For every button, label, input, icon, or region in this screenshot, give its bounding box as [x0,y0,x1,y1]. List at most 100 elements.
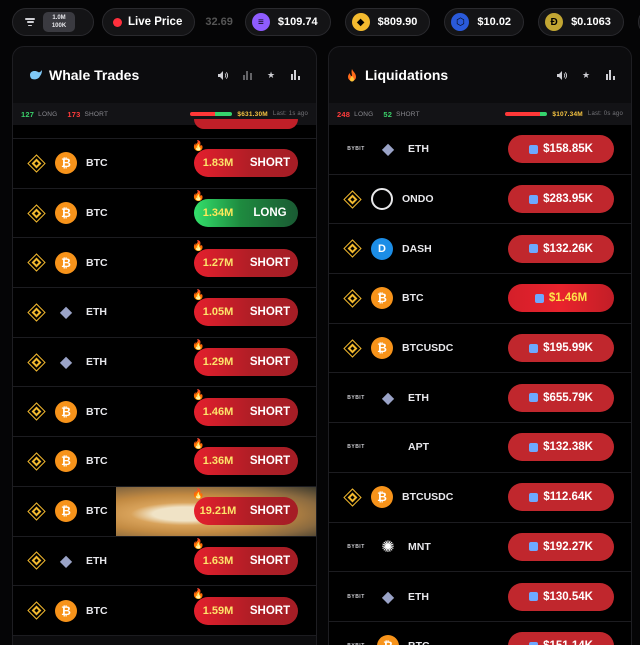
bybit-logo-icon: BYBIT [347,394,365,401]
bitcoin-icon: ₿ [55,450,77,473]
liquidation-amount: $655.79K [543,391,593,404]
table-row[interactable]: ₿ BTC $1.46M [329,274,631,324]
bitcoin-icon: ₿ [55,251,77,274]
ticker-price: $109.74 [277,16,318,28]
volume-bars-icon[interactable] [290,70,300,80]
binance-logo-icon [27,303,45,321]
coin-icon-missing [377,436,399,458]
trade-pill[interactable]: 🔥 1.34M LONG [192,191,298,228]
table-row[interactable]: BYBIT ✺ MNT $192.27K [329,522,631,573]
live-price-label: Live Price [128,16,183,28]
bybit-logo-icon: BYBIT [347,146,365,153]
trade-pill[interactable]: 🔥 1.83M SHORT [192,141,298,178]
liquidation-pill[interactable]: $1.46M [508,284,614,313]
liquidation-pill[interactable]: $158.85K [508,135,614,164]
trade-pill[interactable]: 🔥 1.63M SHORT [192,539,298,575]
table-row[interactable]: BYBIT ◆ ETH $158.85K [329,125,631,175]
bitcoin-icon: ₿ [55,599,77,622]
binance-logo-icon [27,154,45,172]
table-row[interactable]: ◆ ETH 🔥 1.05M SHORT [13,288,316,338]
top-bar: 1.0M 100K Live Price 32.69 ≡ $109.74 ◆ $809… [0,0,640,44]
liquidation-amount: $112.64K [543,491,593,504]
flame-icon: 🔥 [192,389,205,401]
trade-pill[interactable]: 🔥 1.29M SHORT [192,340,298,377]
ticker-price: $809.90 [377,16,418,28]
ticker-item[interactable]: ≡ $109.74 [244,8,331,36]
table-row[interactable]: ₿ BTC 🔥 19.21M SHORT [13,486,316,537]
liquidation-icon [529,144,539,154]
fire-icon [345,68,359,82]
bnb-icon: ◆ [351,13,370,31]
trade-pill[interactable]: 🔥 1.46M SHORT [192,390,298,426]
table-row[interactable]: ₿ BTC 🔥 1.36M SHORT [13,437,316,487]
liquidation-pill[interactable]: $655.79K [508,383,614,412]
ethereum-icon: ◆ [59,552,73,570]
table-row[interactable]: ₿ BTC 🔥 1.27M SHORT [13,238,316,289]
live-price-button[interactable]: Live Price [102,8,196,36]
table-row[interactable]: ◆ ETH 🔥 1.63M SHORT [13,536,316,587]
ticker-item[interactable]: ⬡ $10.02 [444,8,525,36]
table-row[interactable]: D DASH $132.26K [329,224,631,275]
trade-pill[interactable]: 🔥 1.27M SHORT [192,241,298,277]
liquidation-pill[interactable]: $132.26K [508,234,614,263]
liquidation-pill[interactable]: $195.99K [508,334,614,363]
trade-pill[interactable]: 🔥 1.59M SHORT [192,589,298,625]
trade-amount: 1.36M [202,455,234,468]
flame-icon: 🔥 [192,340,205,352]
ticker-item[interactable]: ◆ $809.90 [344,8,431,36]
binance-logo-icon [27,403,45,421]
trade-pill[interactable]: 🔥 1.36M SHORT [192,439,298,476]
liquidation-pill[interactable]: $192.27K [508,532,614,561]
bitcoin-icon: ₿ [371,486,393,509]
chart-bars-icon[interactable] [242,70,252,80]
flame-icon: 🔥 [192,439,205,451]
liquidation-pill[interactable]: $130.54K [508,582,614,611]
table-row[interactable]: ◆ ETH 🔥 1.29M SHORT [13,337,316,388]
sound-icon[interactable] [557,70,567,80]
size-filter-button[interactable]: 1.0M 100K [12,8,94,36]
star-icon[interactable]: ★ [266,70,276,80]
liquidation-amount: $158.85K [543,143,593,156]
ticker-item[interactable]: Ð $0.1063 [538,8,624,36]
trade-side: SHORT [249,604,291,617]
table-row[interactable]: ₿ BTCUSDC $195.99K [329,323,631,374]
liquidation-pill[interactable]: $283.95K [508,185,614,214]
table-row[interactable]: BYBIT APT $132.38K [329,423,631,473]
live-dot-icon [113,17,122,27]
liquidation-pill[interactable]: $112.64K [508,483,614,512]
flame-icon: 🔥 [192,240,205,252]
star-icon[interactable]: ★ [581,70,591,80]
binance-logo-icon [27,502,45,520]
filter-icon [25,18,35,26]
table-row[interactable]: BYBIT ◆ ETH $655.79K [329,373,631,424]
liquidation-amount: $132.38K [543,441,593,454]
solana-icon: ≡ [251,13,270,31]
liquidation-pill[interactable]: $151.14K [508,632,614,645]
trade-side: LONG [253,207,287,220]
table-row[interactable]: BYBIT ◆ ETH $130.54K [329,572,631,622]
table-row[interactable]: BYBIT₿BTC$151.14K [329,621,631,645]
sound-icon[interactable] [218,70,228,80]
binance-logo-icon [343,240,361,258]
trade-pill[interactable]: 🔥 1.05M SHORT [192,290,298,327]
ticker-list: ≡$109.74◆$809.90⬡$10.02Ð$0.1063✕$1. [244,8,640,36]
table-row[interactable]: ₿ BTC 🔥 1.46M SHORT [13,387,316,438]
trade-pill[interactable]: 🔥 19.21M SHORT [192,489,298,526]
table-row[interactable]: ONDO $283.95K [329,174,631,225]
liquidation-icon [529,194,539,204]
table-row[interactable]: ₿ BTC 🔥 1.34M LONG [13,188,316,239]
long-label: LONG [354,110,374,118]
whale-icon [29,68,43,82]
binance-logo-icon [343,190,361,208]
liquidation-pill[interactable]: $132.38K [508,433,614,462]
binance-logo-icon [27,204,45,222]
table-row[interactable]: ₿ BTCUSDC $112.64K [329,472,631,523]
liquidation-icon [529,442,539,452]
table-row[interactable]: ₿ BTC 🔥 1.59M SHORT [13,586,316,636]
bybit-logo-icon: BYBIT [347,543,365,550]
flame-icon: 🔥 [192,489,205,501]
bitcoin-icon: ₿ [371,287,393,310]
ticker-price: $10.02 [477,16,512,28]
volume-bars-icon[interactable] [605,70,615,80]
table-row[interactable]: ₿ BTC 🔥 1.83M SHORT [13,139,316,189]
